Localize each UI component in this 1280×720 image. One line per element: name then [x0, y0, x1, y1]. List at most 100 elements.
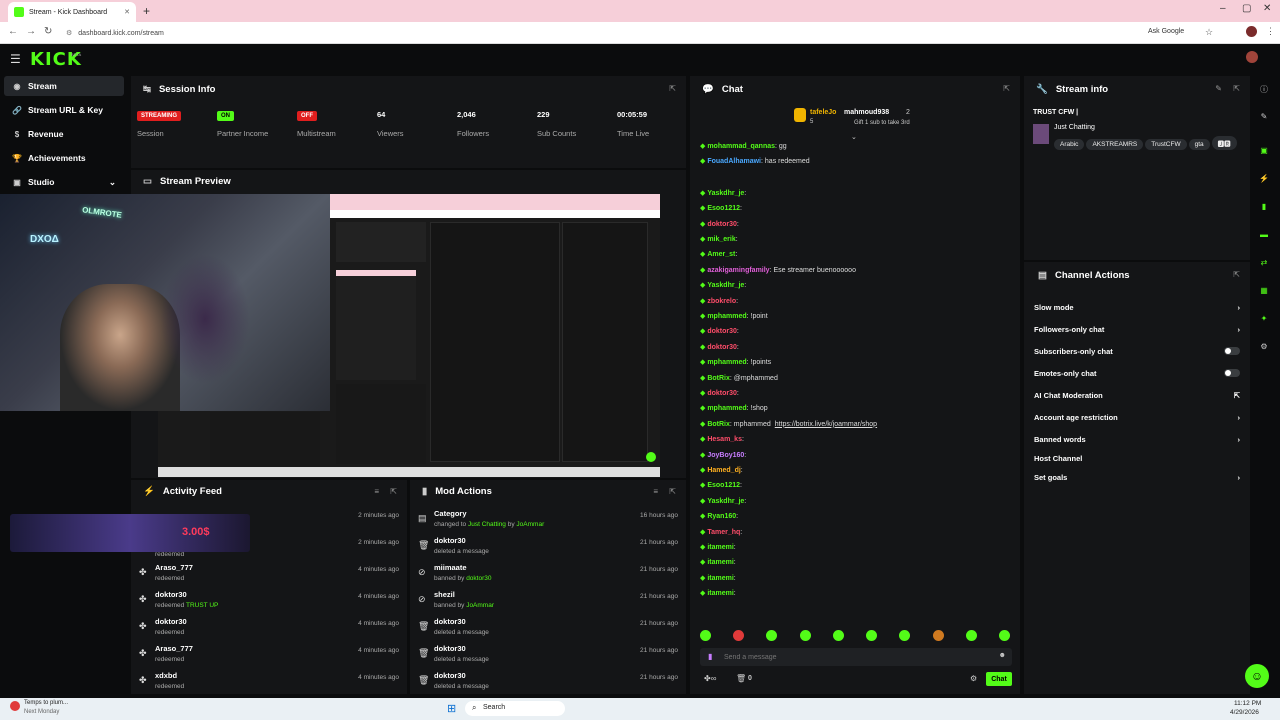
emote-icon[interactable]	[700, 630, 711, 641]
chat-username[interactable]: doktor30	[707, 328, 737, 335]
browser-tab[interactable]: Stream - Kick Dashboard ✕	[8, 2, 136, 22]
chat-username[interactable]: Ryan160	[707, 513, 736, 520]
chat-username[interactable]: doktor30	[707, 344, 737, 351]
chat-username[interactable]: Yaskdhr_je	[707, 190, 744, 197]
ask-google-button[interactable]: Ask Google	[1148, 28, 1184, 35]
chat-username[interactable]: itamemi	[707, 559, 733, 566]
grid-icon[interactable]: ▦	[1257, 286, 1271, 300]
gear-icon[interactable]: ⚙	[1257, 342, 1271, 356]
close-window-icon[interactable]: ✕	[1263, 3, 1271, 14]
trash-icon[interactable]: ▮	[1257, 202, 1271, 216]
chat-username[interactable]: Tamer_hq	[707, 529, 740, 536]
chat-username[interactable]: mphammed	[707, 359, 746, 366]
chat-username[interactable]: mphammed	[707, 313, 746, 320]
edit-pencil-icon[interactable]: ✎	[1215, 84, 1222, 93]
account-age-item[interactable]: Account age restriction ›	[1034, 407, 1240, 427]
send-chat-button[interactable]: Chat	[986, 672, 1012, 686]
swap-icon[interactable]: ⇄	[1257, 258, 1271, 272]
chat-username[interactable]: Hamed_dj	[707, 467, 740, 474]
bolt-icon[interactable]: ⚡	[1257, 174, 1271, 188]
forward-icon[interactable]: →	[26, 26, 36, 37]
windows-start-icon[interactable]: ⊞	[447, 702, 456, 715]
sidebar-item-revenue[interactable]: $ Revenue	[4, 124, 124, 144]
site-info-icon[interactable]: ⚙	[66, 29, 72, 37]
followers-only-item[interactable]: Followers-only chat ›	[1034, 319, 1240, 339]
chat-input-box[interactable]: ▮ ☻	[700, 648, 1012, 666]
sidebar-item-achievements[interactable]: 🏆 Achievements	[4, 148, 124, 168]
url-field[interactable]: ⚙ dashboard.kick.com/stream	[60, 25, 1150, 41]
chevron-down-icon[interactable]: ⌄	[851, 133, 857, 141]
sidebar-item-studio[interactable]: ▣ Studio ⌄	[4, 172, 124, 192]
chat-username[interactable]: FouadAlhamawi	[707, 158, 761, 165]
chat-username[interactable]: Yaskdhr_je	[707, 282, 744, 289]
gear-icon[interactable]: ⚙	[970, 674, 977, 683]
emote-icon[interactable]	[866, 630, 878, 641]
info-icon[interactable]: ⓘ	[1257, 84, 1271, 98]
users-icon[interactable]: ✤∞	[704, 674, 716, 683]
popout-icon[interactable]: ⇱	[669, 84, 676, 93]
overlay-icon[interactable]: ▣	[1257, 146, 1271, 160]
sidebar-item-stream[interactable]: ◉ Stream	[4, 76, 124, 96]
slow-mode-item[interactable]: Slow mode ›	[1034, 297, 1240, 317]
chat-username[interactable]: mohammad_qannas	[707, 143, 775, 150]
set-goals-item[interactable]: Set goals ›	[1034, 467, 1240, 487]
chat-username[interactable]: itamemi	[707, 575, 733, 582]
close-tab-icon[interactable]: ✕	[124, 8, 130, 16]
sidebar-item-stream-url-key[interactable]: 🔗 Stream URL & Key	[4, 100, 124, 120]
chat-username[interactable]: JoyBoy160	[707, 452, 744, 459]
popout-icon[interactable]: ⇱	[390, 487, 397, 496]
chat-username[interactable]: doktor30	[707, 390, 737, 397]
emoji-icon[interactable]: ☻	[999, 652, 1006, 659]
banned-words-item[interactable]: Banned words ›	[1034, 429, 1240, 449]
support-chat-button[interactable]: ☺	[1245, 664, 1269, 688]
chat-username[interactable]: mphammed	[707, 405, 746, 412]
chat-username[interactable]: azakigamingfamily	[707, 267, 769, 274]
chat-link[interactable]: https://botrix.live/k/joammar/shop	[775, 421, 877, 428]
popout-icon[interactable]: ⇱	[1003, 84, 1010, 93]
emote-icon[interactable]	[998, 630, 1010, 641]
chat-username[interactable]: BotRix	[707, 375, 730, 382]
bookmark-star-icon[interactable]: ☆	[1205, 27, 1213, 38]
reload-icon[interactable]: ↻	[44, 26, 52, 37]
profile-avatar[interactable]	[1246, 26, 1257, 37]
chat-username[interactable]: BotRix	[707, 421, 730, 428]
back-icon[interactable]: ←	[8, 26, 18, 37]
mic-icon[interactable]: ▮	[708, 652, 712, 661]
emotes-only-toggle[interactable]	[1224, 369, 1240, 377]
maximize-icon[interactable]: ▢	[1242, 3, 1251, 14]
filter-icon[interactable]: ≡	[374, 487, 379, 496]
filter-icon[interactable]: ≡	[653, 487, 658, 496]
emote-icon[interactable]	[733, 630, 745, 641]
edit-icon[interactable]: ✎	[1257, 112, 1271, 126]
chat-username[interactable]: zbokrelo	[707, 298, 736, 305]
browser-menu-icon[interactable]: ⋮	[1266, 26, 1275, 37]
popout-icon[interactable]: ⇱	[1233, 270, 1240, 279]
chat-username[interactable]: itamemi	[707, 590, 733, 597]
emote-icon[interactable]	[832, 630, 844, 641]
chat-username[interactable]: Esoo1212	[707, 205, 740, 212]
emote-icon[interactable]	[899, 630, 911, 641]
chat-username[interactable]: itamemi	[707, 544, 733, 551]
chat-username[interactable]: Hesam_ks	[707, 436, 742, 443]
subscribers-only-toggle[interactable]	[1224, 347, 1240, 355]
chat-username[interactable]: Amer_st	[707, 251, 735, 258]
taskbar-search[interactable]: Search	[465, 701, 565, 716]
emote-icon[interactable]	[799, 630, 811, 641]
popout-icon[interactable]: ⇱	[1233, 84, 1240, 93]
wrench-icon[interactable]: ✦	[1257, 314, 1271, 328]
emote-icon[interactable]	[766, 630, 778, 641]
chat-username[interactable]: Esoo1212	[707, 482, 740, 489]
new-tab-button[interactable]: +	[143, 4, 150, 18]
minimize-icon[interactable]: –	[1220, 3, 1226, 14]
host-channel-item[interactable]: Host Channel	[1034, 448, 1240, 468]
chat-input[interactable]	[724, 650, 984, 664]
chat-icon[interactable]: ▬	[1257, 230, 1271, 244]
popout-icon[interactable]: ⇱	[669, 487, 676, 496]
ai-chat-moderation-item[interactable]: AI Chat Moderation ⇱	[1034, 385, 1240, 405]
chat-username[interactable]: mik_erik	[707, 236, 735, 243]
emote-icon[interactable]	[965, 630, 977, 641]
chat-username[interactable]: Yaskdhr_je	[707, 498, 744, 505]
emote-icon[interactable]	[932, 630, 944, 641]
menu-icon[interactable]: ☰	[10, 52, 21, 66]
user-avatar[interactable]	[1246, 51, 1258, 63]
